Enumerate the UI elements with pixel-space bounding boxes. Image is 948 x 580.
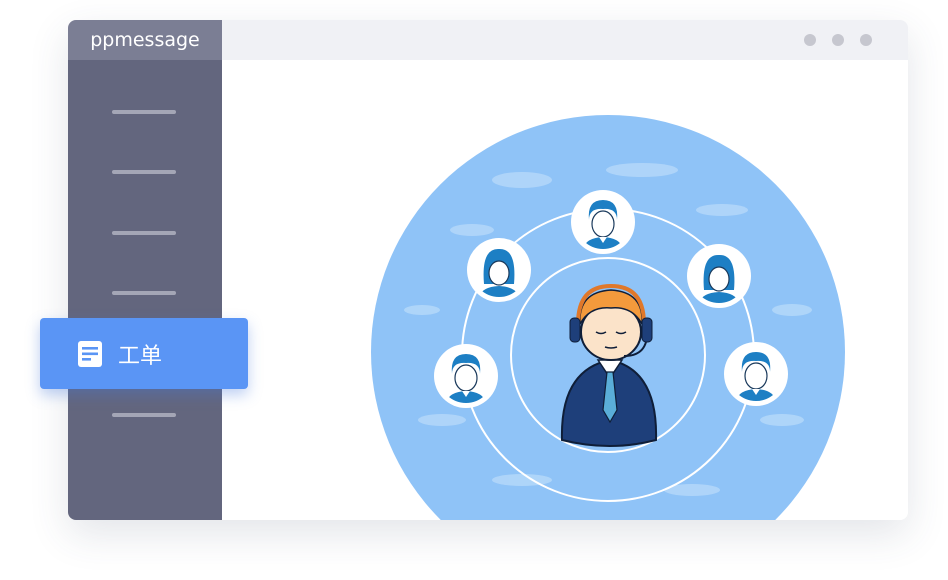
sidebar-item-tickets[interactable]: 工单 [40,318,248,389]
sidebar [68,60,222,520]
window-dot-3[interactable] [860,34,872,46]
sidebar-item-placeholder-5[interactable] [112,413,176,417]
window-controls [804,34,872,46]
sidebar-item-placeholder-2[interactable] [112,170,176,174]
sidebar-item-label: 工单 [118,343,163,369]
window-dot-2[interactable] [832,34,844,46]
titlebar: ppmessage [68,20,908,60]
app-window: ppmessage [68,20,908,520]
customer-service-illustration [371,115,845,520]
sidebar-item-placeholder-3[interactable] [112,231,176,235]
window-dot-1[interactable] [804,34,816,46]
user-avatar-top [571,190,635,254]
app-title: ppmessage [68,20,222,60]
main-content [222,60,908,520]
sidebar-item-placeholder-1[interactable] [112,110,176,114]
document-icon [78,340,102,367]
sidebar-item-placeholder-4[interactable] [112,291,176,295]
user-avatar-left [434,344,498,408]
user-avatar-upper-left [467,238,531,302]
user-avatar-upper-right [687,244,751,308]
user-avatar-right [724,342,788,406]
